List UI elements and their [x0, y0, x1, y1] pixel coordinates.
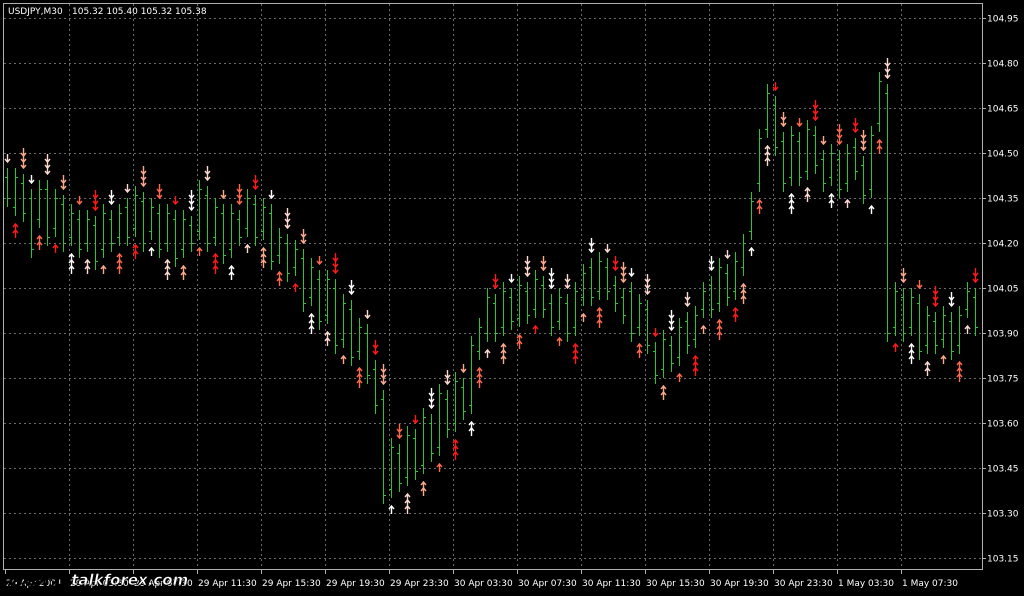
price-label: 103.15	[987, 555, 1019, 565]
time-label: 30 Apr 03:30	[454, 579, 513, 589]
ohlc-readout: 105.32 105.40 105.32 105.38	[72, 7, 207, 17]
time-label: 1 May 07:30	[902, 579, 958, 589]
price-chart[interactable]: 104.95 104.80 104.65 104.50 104.35 104.20 104.…	[0, 0, 1024, 594]
price-label: 104.50	[987, 150, 1019, 160]
price-label: 103.30	[987, 510, 1019, 520]
time-label: 30 Apr 11:30	[582, 579, 641, 589]
watermark: 论坛外汇 talkforex.com	[4, 566, 190, 592]
time-label: 30 Apr 19:30	[710, 579, 769, 589]
price-label: 104.20	[987, 240, 1019, 250]
price-label: 104.35	[987, 195, 1019, 205]
price-label: 104.05	[987, 285, 1019, 295]
time-label: 30 Apr 15:30	[646, 579, 705, 589]
time-label: 29 Apr 19:30	[326, 579, 385, 589]
price-label: 104.80	[987, 60, 1019, 70]
symbol-label: USDJPY,M30	[8, 7, 63, 17]
price-label: 103.75	[987, 375, 1019, 385]
time-label: 29 Apr 23:30	[390, 579, 449, 589]
price-label: 104.95	[987, 15, 1019, 25]
price-label: 103.90	[987, 330, 1019, 340]
price-label: 103.45	[987, 465, 1019, 475]
time-label: 30 Apr 23:30	[774, 579, 833, 589]
price-label: 103.60	[987, 420, 1019, 430]
time-label: 1 May 03:30	[838, 579, 894, 589]
watermark-text: 论坛外汇 talkforex.com	[6, 571, 188, 589]
talkforex-logo-icon: 论坛外汇 talkforex.com	[6, 571, 189, 590]
chart-window[interactable]: 104.95 104.80 104.65 104.50 104.35 104.20 104.…	[0, 0, 1024, 594]
price-label: 104.65	[987, 105, 1019, 115]
time-label: 29 Apr 15:30	[262, 579, 321, 589]
time-label: 30 Apr 07:30	[518, 579, 577, 589]
time-label: 29 Apr 11:30	[198, 579, 257, 589]
